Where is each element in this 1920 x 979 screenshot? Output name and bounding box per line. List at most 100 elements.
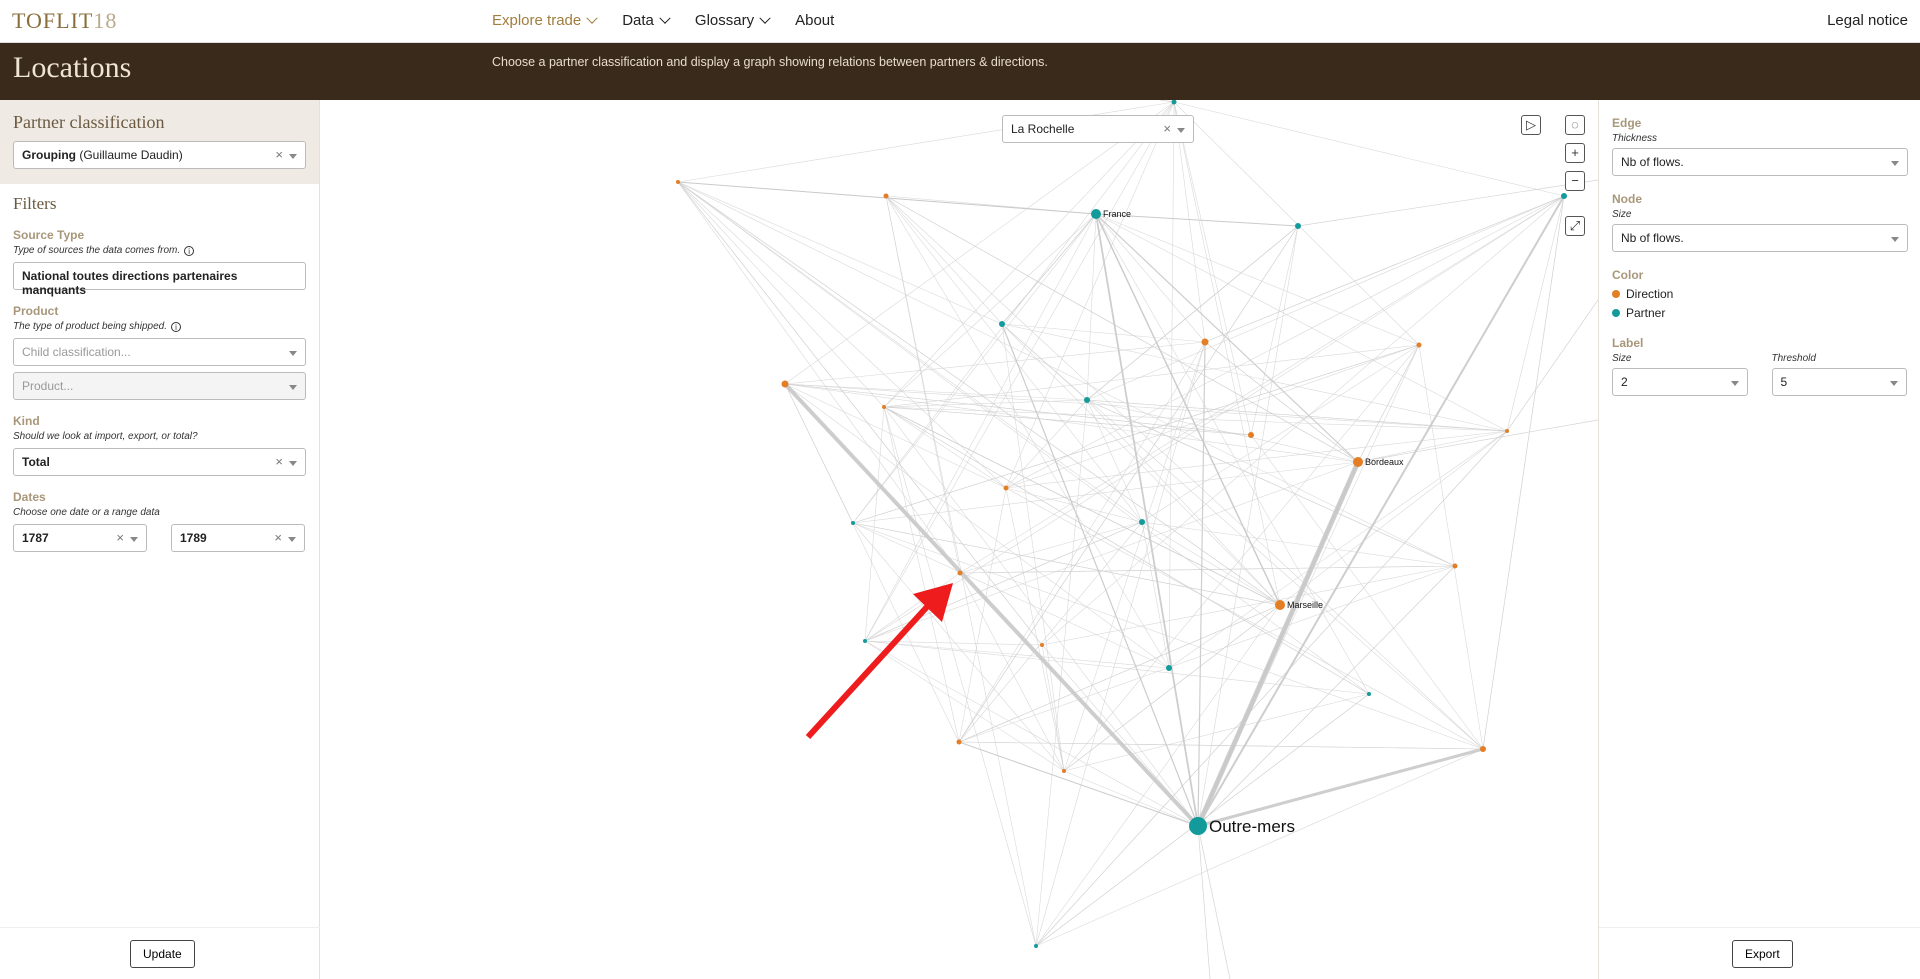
graph-edge [784, 383, 1170, 669]
page-header: Locations Choose a partner classificatio… [0, 43, 1920, 100]
graph-edge [1063, 770, 1199, 827]
nav-data[interactable]: Data [622, 12, 671, 29]
label-size-label: Size [1612, 353, 1632, 364]
partner-node[interactable] [999, 321, 1005, 327]
graph-edge [1197, 341, 1206, 827]
network-graph[interactable]: France Bordeaux Marseille Outre-mers [321, 100, 1598, 979]
chevron-down-icon [759, 12, 771, 24]
clear-icon[interactable]: × [1163, 121, 1171, 136]
clear-icon[interactable]: × [275, 147, 283, 162]
graph-edge [883, 406, 1252, 436]
direction-node[interactable] [1353, 457, 1363, 467]
graph-edge [1197, 747, 1484, 828]
fullscreen-button[interactable]: ⤢ [1565, 216, 1585, 236]
date-from-select[interactable]: 1787 × [13, 524, 147, 552]
size-label: Size [1612, 209, 1632, 220]
chevron-down-icon [659, 12, 671, 24]
caret-down-icon [1890, 381, 1898, 386]
direction-node[interactable] [1275, 600, 1285, 610]
partner-node[interactable] [851, 521, 855, 525]
graph-edge [1086, 399, 1456, 567]
graph-edge [958, 741, 1484, 750]
node-size-select[interactable]: Nb of flows. [1612, 224, 1908, 252]
direction-node[interactable] [1416, 342, 1422, 348]
graph-edge [864, 640, 1065, 772]
partner-node[interactable] [1139, 519, 1145, 525]
edge-label: Edge [1612, 116, 1642, 130]
direction-node[interactable] [956, 739, 962, 745]
partner-classification-title: Partner classification [13, 112, 165, 132]
recenter-button[interactable]: ◌ [1565, 115, 1585, 135]
chevron-down-icon [586, 12, 598, 24]
graph-edge [784, 101, 1175, 385]
top-navbar: TOFLIT18 Explore trade Data Glossary Abo… [0, 0, 1920, 43]
partner-node[interactable] [1295, 223, 1301, 229]
node-label-outremers: Outre-mers [1209, 817, 1295, 836]
graph-edge [1086, 195, 1565, 401]
clear-icon[interactable]: × [274, 530, 282, 545]
legend-partner: Partner [1612, 306, 1907, 320]
date-to-select[interactable]: 1789 × [171, 524, 305, 552]
logo[interactable]: TOFLIT18 [12, 8, 117, 34]
direction-node[interactable] [1505, 429, 1509, 433]
direction-node[interactable] [781, 380, 789, 388]
partner-node[interactable] [1561, 193, 1567, 199]
info-icon[interactable]: i [184, 245, 195, 256]
nav-about[interactable]: About [795, 12, 834, 29]
caret-down-icon [1891, 161, 1899, 166]
graph-edge [885, 195, 1359, 463]
update-button[interactable]: Update [130, 940, 195, 968]
child-classification-select[interactable]: Child classification... [13, 338, 306, 366]
legal-notice-link[interactable]: Legal notice [1827, 12, 1908, 29]
graph-edge [1095, 213, 1420, 346]
direction-node[interactable] [1452, 563, 1458, 569]
graph-edge [1204, 195, 1565, 343]
label-size-select[interactable]: 2 [1612, 368, 1748, 396]
partner-node[interactable] [1367, 692, 1371, 696]
direction-node[interactable] [1062, 769, 1066, 773]
partner-classification-select[interactable]: Grouping (Guillaume Daudin) × [13, 141, 306, 169]
graph-edge [1418, 344, 1484, 750]
partner-node[interactable] [1084, 397, 1090, 403]
graph-edge [1197, 195, 1565, 827]
kind-select[interactable]: Total × [13, 448, 306, 476]
annotation-arrow-shaft [805, 594, 939, 740]
graph-edge [1005, 487, 1143, 523]
page-title: Locations [13, 51, 132, 84]
info-icon[interactable]: i [171, 321, 181, 332]
dates-label: Dates [13, 490, 46, 504]
graph-edge [1141, 521, 1170, 669]
direction-node[interactable] [1480, 746, 1486, 752]
partner-node[interactable] [1034, 944, 1038, 948]
nav-glossary[interactable]: Glossary [695, 12, 771, 29]
export-button[interactable]: Export [1732, 940, 1793, 968]
nav-explore-trade[interactable]: Explore trade [492, 12, 598, 29]
direction-node[interactable] [1201, 338, 1209, 346]
direction-node[interactable] [676, 180, 680, 184]
clear-icon[interactable]: × [275, 454, 283, 469]
direction-node[interactable] [882, 405, 886, 409]
direction-dot [1612, 290, 1620, 298]
edge-thickness-select[interactable]: Nb of flows. [1612, 148, 1908, 176]
zoom-out-button[interactable]: − [1565, 171, 1585, 191]
direction-node[interactable] [957, 570, 963, 576]
graph-canvas[interactable]: France Bordeaux Marseille Outre-mers [321, 100, 1598, 979]
threshold-label: Threshold [1771, 353, 1816, 364]
threshold-select[interactable]: 5 [1771, 368, 1907, 396]
graph-edge [1095, 213, 1281, 606]
node-search-select[interactable]: La Rochelle × [1002, 115, 1194, 143]
partner-node[interactable] [1166, 665, 1172, 671]
direction-node[interactable] [883, 193, 889, 199]
play-layout-button[interactable]: ▷ [1521, 115, 1541, 135]
product-select[interactable]: Product... [13, 372, 306, 400]
clear-icon[interactable]: × [116, 530, 124, 545]
direction-node[interactable] [1248, 432, 1254, 438]
partner-node[interactable] [863, 639, 867, 643]
source-type-select[interactable]: National toutes directions partenaires m… [13, 262, 306, 297]
direction-node[interactable] [1003, 485, 1009, 491]
partner-node[interactable] [1091, 209, 1101, 219]
direction-node[interactable] [1040, 643, 1044, 647]
partner-node[interactable] [1189, 817, 1207, 835]
graph-edge [1173, 101, 1565, 197]
zoom-in-button[interactable]: + [1565, 143, 1585, 163]
